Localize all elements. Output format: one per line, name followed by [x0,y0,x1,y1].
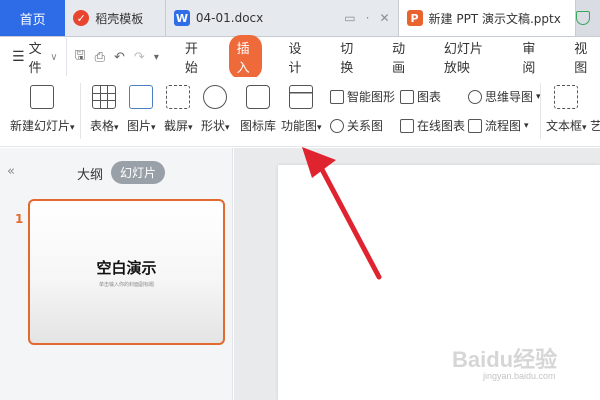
icon-library-button[interactable]: 图标库 [240,85,276,134]
function-chart-label: 功能图 [281,119,318,133]
online-chart-button[interactable]: 在线图表 [400,117,465,134]
ppt-doc-icon: P [406,10,423,26]
tab-pptx[interactable]: P 新建 PPT 演示文稿.pptx [398,0,576,36]
word-doc-icon: W [173,10,190,26]
bar-chart-icon [400,89,414,104]
thumbnail-subtitle: 单击输入你的封面副标题 [98,282,154,288]
window-controls [576,0,600,36]
text-box-icon [554,85,579,109]
new-slide-label: 新建幻灯片 [10,119,71,133]
chevron-down-icon: ∨ [50,51,58,63]
function-chart-button[interactable]: 功能图▾ [281,85,322,134]
save-icon[interactable]: 🖫 [75,46,86,68]
flow-chart-label: 流程图 [485,119,522,133]
tab-start[interactable]: 开始 [177,35,211,79]
ribbon-divider [540,83,541,139]
chart-label: 图表 [417,90,442,104]
hamburger-icon: ☰ [12,49,25,65]
tab-pptx-label: 新建 PPT 演示文稿.pptx [428,11,561,26]
thumbnail-title: 空白演示 [96,259,157,277]
file-menu-button[interactable]: ☰ 文件 ∨ [12,38,67,76]
insert-ribbon: 新建幻灯片▾ 表格▾ 图片▾ 截屏▾ 形状▾ 图标库 功能图▾ 智能图形 图表 … [0,77,600,147]
tab-docx-label: 04-01.docx [195,11,264,25]
relation-chart-label: 关系图 [347,119,384,133]
smart-art-icon [330,89,344,104]
text-box-button[interactable]: 文本框▾ [546,85,587,134]
tab-more-icon[interactable]: ⋅ [366,11,370,25]
tab-animation[interactable]: 动画 [384,35,418,79]
tab-home-label: 首页 [19,12,46,28]
screenshot-button[interactable]: 截屏▾ [164,85,193,134]
file-menu-label: 文件 [28,42,42,76]
docer-icon: ✓ [73,10,90,26]
text-box-label: 文本框 [546,119,583,133]
relation-chart-button[interactable]: 关系图 [330,117,383,134]
art-text-label: 艺 [590,119,600,133]
tab-insert[interactable]: 插入 [228,35,263,79]
tab-transition[interactable]: 切换 [332,35,366,79]
tab-design[interactable]: 设计 [280,35,314,79]
shape-label: 形状 [201,119,226,133]
print-icon[interactable]: ⎙ [95,50,105,65]
smart-art-button[interactable]: 智能图形 [330,88,395,105]
picture-label: 图片 [127,119,152,133]
online-chart-icon [400,118,414,133]
mind-map-button[interactable]: 思维导图 ▾ [468,88,541,105]
table-label: 表格 [90,119,115,133]
mind-map-label: 思维导图 [485,90,534,104]
new-slide-button[interactable]: 新建幻灯片▾ [10,85,75,134]
tab-slides[interactable]: 幻灯片 [111,161,166,184]
tab-outline[interactable]: 大纲 [77,164,103,183]
picture-button[interactable]: 图片▾ [127,85,156,134]
table-icon [92,85,117,109]
chart-button[interactable]: 图表 [400,88,441,105]
shape-icon [203,85,228,109]
collapse-panel-icon[interactable]: « [7,164,15,179]
customize-icon[interactable]: ▾ [154,52,159,63]
redo-icon[interactable]: ↷ [134,50,145,65]
tab-view[interactable]: 视图 [566,35,600,79]
tab-docer-templates[interactable]: ✓ 稻壳模板 [65,0,166,36]
new-slide-icon [30,85,55,109]
ribbon-tabs: 开始 插入 设计 切换 动画 幻灯片放映 审阅 视图 [177,35,600,79]
shape-button[interactable]: 形状▾ [201,85,230,134]
slide-number: 1 [15,212,24,226]
monitor-icon[interactable]: ▭ [344,11,355,25]
baidu-watermark: Baidu经验 [452,347,558,372]
art-text-button[interactable]: 艺 [590,117,600,134]
tab-docer-label: 稻壳模板 [95,11,144,26]
flow-chart-button[interactable]: 流程图 ▾ [468,117,529,134]
tab-home[interactable]: 首页 [0,0,66,36]
ribbon-divider [80,83,81,139]
tab-review[interactable]: 审阅 [514,35,548,79]
menu-bar: ☰ 文件 ∨ 🖫 ⎙ ↶ ↷ ▾ 开始 插入 设计 切换 动画 幻灯片放映 审阅… [0,35,600,79]
online-chart-label: 在线图表 [417,119,466,133]
table-button[interactable]: 表格▾ [90,85,119,134]
smart-art-label: 智能图形 [347,90,396,104]
screenshot-label: 截屏 [164,119,189,133]
icon-library-icon [246,85,270,109]
flow-chart-icon [468,118,482,133]
undo-icon[interactable]: ↶ [114,50,125,65]
slide-thumbnail[interactable]: 空白演示 单击输入你的封面副标题 [28,199,225,345]
relation-chart-icon [330,118,344,133]
function-chart-icon [289,85,314,109]
quick-access-toolbar: 🖫 ⎙ ↶ ↷ ▾ [75,46,159,68]
baidu-watermark-url: jingyan.baidu.com [483,371,556,381]
shield-icon[interactable] [576,11,590,25]
screenshot-icon [166,85,191,109]
tab-close-icon[interactable]: ✕ [379,11,389,25]
icon-library-label: 图标库 [240,119,277,133]
tab-docx[interactable]: W 04-01.docx ▭ ⋅ ✕ [165,0,399,36]
mind-map-icon [468,89,482,104]
tab-slideshow[interactable]: 幻灯片放映 [436,35,497,79]
picture-icon [129,85,154,109]
window-tab-bar: 首页 ✓ 稻壳模板 W 04-01.docx ▭ ⋅ ✕ P 新建 PPT 演示… [0,0,600,37]
